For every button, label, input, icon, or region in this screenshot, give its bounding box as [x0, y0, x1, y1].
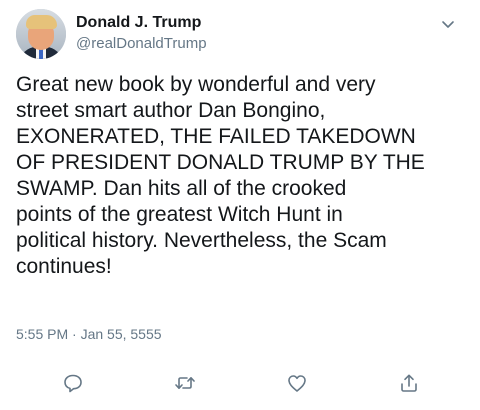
tweet: Donald J. Trump @realDonaldTrump Great n… [0, 0, 480, 410]
heart-icon[interactable] [285, 371, 309, 395]
tweet-timestamp[interactable]: 5:55 PM · Jan 55, 5555 [16, 326, 162, 342]
avatar[interactable] [16, 9, 66, 59]
retweet-icon[interactable] [173, 371, 197, 395]
tweet-text: Great new book by wonderful and very str… [16, 73, 425, 278]
author-display-name[interactable]: Donald J. Trump [76, 14, 201, 32]
share-icon[interactable] [397, 371, 421, 395]
avatar-hair [26, 15, 57, 29]
author-handle[interactable]: @realDonaldTrump [76, 35, 207, 52]
chevron-down-icon[interactable] [436, 12, 460, 36]
reply-icon[interactable] [61, 371, 85, 395]
avatar-tie [39, 49, 43, 59]
